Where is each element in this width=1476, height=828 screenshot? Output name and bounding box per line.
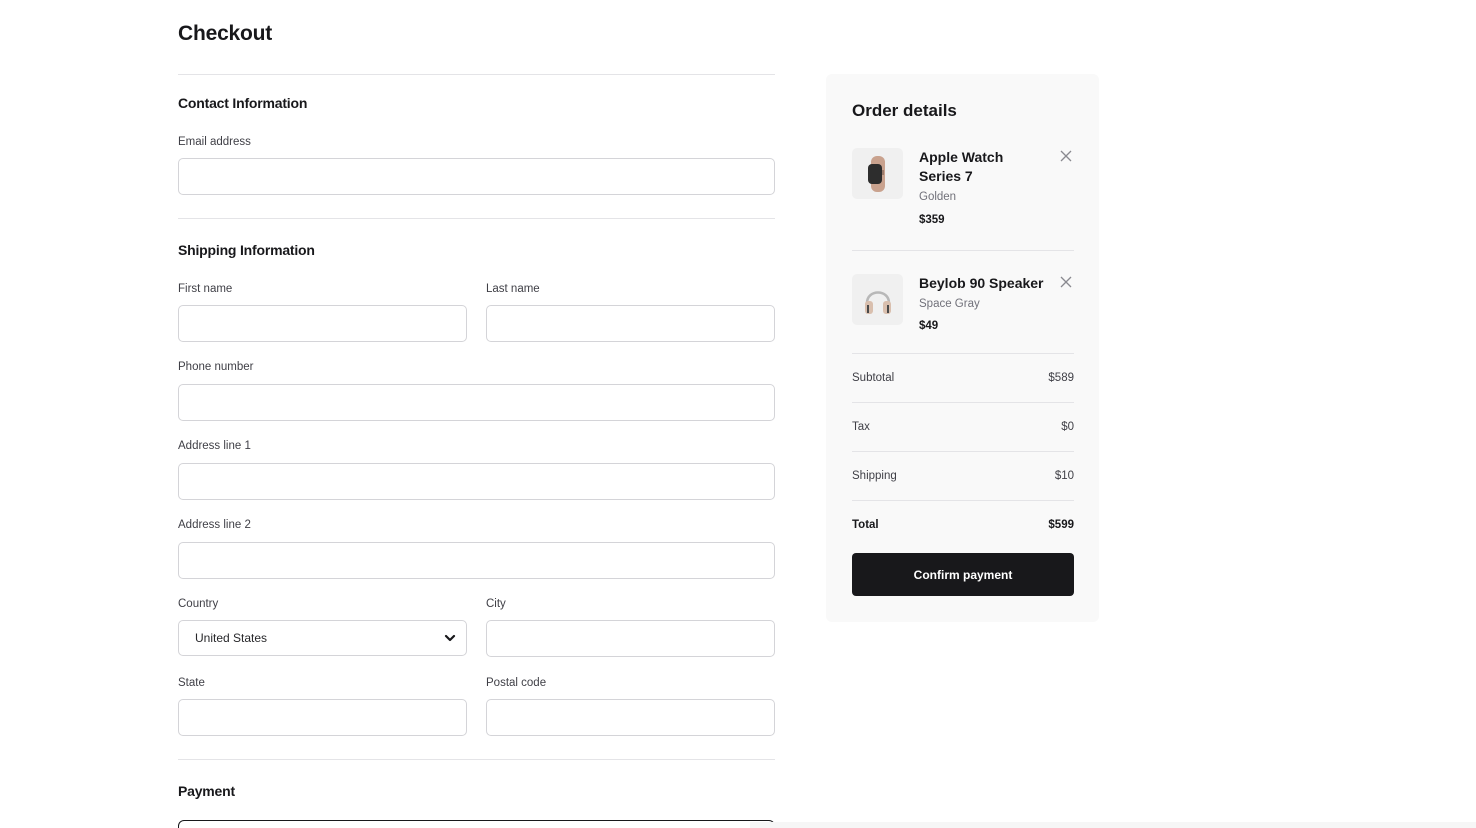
- shipping-section-title: Shipping Information: [178, 242, 315, 258]
- order-item: Beylob 90 Speaker Space Gray $49: [852, 274, 1074, 344]
- first-name-label: First name: [178, 283, 233, 295]
- shipping-label: Shipping: [852, 470, 897, 482]
- phone-field[interactable]: [178, 384, 775, 421]
- address2-input[interactable]: [179, 543, 774, 578]
- city-field[interactable]: [486, 620, 775, 657]
- tax-row: Tax $0: [852, 421, 1074, 433]
- address2-label: Address line 2: [178, 519, 251, 531]
- city-input[interactable]: [487, 621, 774, 656]
- phone-label: Phone number: [178, 361, 254, 373]
- email-field[interactable]: [178, 158, 775, 195]
- country-label: Country: [178, 598, 219, 610]
- postal-field[interactable]: [486, 699, 775, 736]
- item-name: Beylob 90 Speaker: [919, 275, 1044, 291]
- tax-label: Tax: [852, 421, 870, 433]
- divider: [852, 500, 1074, 501]
- city-label: City: [486, 598, 506, 610]
- divider: [852, 353, 1074, 354]
- shipping-value: $10: [1054, 470, 1074, 482]
- divider: [852, 451, 1074, 452]
- total-row: Total $599: [852, 519, 1074, 531]
- order-title: Order details: [852, 101, 957, 120]
- last-name-label: Last name: [486, 283, 540, 295]
- page-title: Checkout: [178, 22, 273, 45]
- address1-field[interactable]: [178, 463, 775, 500]
- first-name-input[interactable]: [179, 306, 466, 341]
- subtotal-label: Subtotal: [852, 372, 895, 384]
- address2-field[interactable]: [178, 542, 775, 579]
- divider: [178, 74, 775, 75]
- divider: [178, 759, 775, 760]
- address1-label: Address line 1: [178, 440, 251, 452]
- item-price: $49: [919, 320, 939, 332]
- item-name: Apple Watch Series 7: [919, 149, 1004, 184]
- state-input[interactable]: [179, 700, 466, 735]
- state-label: State: [178, 677, 205, 689]
- postal-input[interactable]: [487, 700, 774, 735]
- postal-label: Postal code: [486, 677, 547, 689]
- order-item: Apple Watch Series 7 Golden $359: [852, 148, 1074, 238]
- divider: [852, 402, 1074, 403]
- shipping-row: Shipping $10: [852, 470, 1074, 482]
- address1-input[interactable]: [179, 464, 774, 499]
- divider: [178, 218, 775, 219]
- total-label: Total: [852, 519, 879, 531]
- watch-icon: [852, 148, 903, 199]
- country-value: United States: [195, 631, 268, 645]
- close-icon[interactable]: [1060, 150, 1072, 162]
- confirm-payment-button[interactable]: Confirm payment: [852, 553, 1074, 596]
- tax-value: $0: [1061, 421, 1074, 433]
- order-details-panel: Order details Apple Watch Series 7 Golde…: [826, 74, 1099, 622]
- subtotal-value: $589: [1048, 372, 1074, 384]
- headphones-icon: [852, 274, 903, 325]
- contact-section-title: Contact Information: [178, 95, 308, 111]
- item-price: $359: [919, 214, 945, 226]
- payment-method-box[interactable]: [178, 820, 775, 828]
- bottom-bar: [750, 822, 1476, 828]
- payment-section-title: Payment: [178, 783, 235, 799]
- divider: [852, 250, 1074, 251]
- close-icon[interactable]: [1060, 276, 1072, 288]
- item-variant: Golden: [919, 191, 957, 203]
- country-select[interactable]: United States: [178, 620, 467, 656]
- total-value: $599: [1048, 519, 1074, 531]
- email-label: Email address: [178, 136, 251, 148]
- last-name-field[interactable]: [486, 305, 775, 342]
- chevron-down-icon: [444, 634, 456, 642]
- item-variant: Space Gray: [919, 298, 980, 310]
- first-name-field[interactable]: [178, 305, 467, 342]
- email-input[interactable]: [179, 159, 774, 194]
- subtotal-row: Subtotal $589: [852, 372, 1074, 384]
- state-field[interactable]: [178, 699, 467, 736]
- phone-input[interactable]: [179, 385, 774, 420]
- last-name-input[interactable]: [487, 306, 774, 341]
